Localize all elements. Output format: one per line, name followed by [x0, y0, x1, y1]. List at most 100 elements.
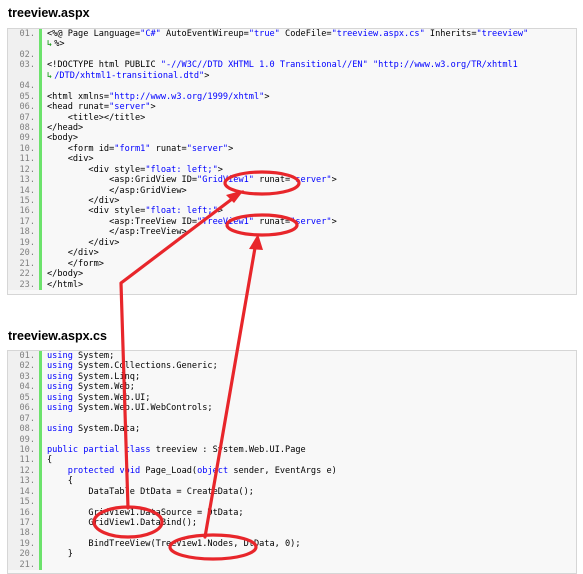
- code-token: </form>: [47, 258, 104, 269]
- code-token: System.Web.UI.WebControls;: [72, 403, 213, 414]
- line-number: 12.: [8, 164, 42, 176]
- line-number: 15.: [8, 497, 42, 508]
- code-token: >: [264, 91, 270, 102]
- line-number: 20.: [8, 248, 42, 259]
- line-number: 14.: [8, 486, 42, 498]
- cs-code-line: 21.: [8, 559, 576, 571]
- aspx-code-line: 20. </div>: [8, 248, 576, 259]
- code-token: </body>: [47, 269, 84, 280]
- line-number: 18.: [8, 528, 42, 539]
- code-text: GridView1.DataBind();: [47, 518, 576, 528]
- line-number: 01.: [8, 29, 42, 40]
- code-text: ↳/DTD/xhtml1-transitional.dtd">: [47, 71, 576, 81]
- code-token: <div>: [47, 154, 94, 165]
- code-token: >: [331, 216, 337, 227]
- code-text: <div>: [47, 154, 576, 164]
- code-token: <div style=: [47, 206, 146, 217]
- string-token: "http://www.w3.org/1999/xhtml": [109, 91, 265, 102]
- code-text: <!DOCTYPE html PUBLIC "-//W3C//DTD XHTML…: [47, 60, 576, 70]
- aspx-code-line: 02.: [8, 49, 576, 61]
- aspx-code-line: 11. <div>: [8, 154, 576, 165]
- code-token: >: [217, 206, 223, 217]
- wrap-arrow-icon: ↳: [47, 39, 53, 50]
- keyword-token: using: [47, 392, 73, 403]
- code-token: BindTreeView(TreeView1.Nodes, DtData, 0)…: [47, 538, 301, 549]
- cs-code-line: 01. using System;: [8, 351, 576, 362]
- keyword-token: protected: [67, 465, 115, 476]
- aspx-code-line: 16. <div style="float: left;">: [8, 206, 576, 217]
- code-text: </asp:GridView>: [47, 186, 576, 196]
- line-number: 17.: [8, 216, 42, 228]
- cs-code-line: 20. }: [8, 549, 576, 560]
- aspx-code-line: ↳/DTD/xhtml1-transitional.dtd">: [8, 70, 576, 82]
- keyword-token: using: [47, 351, 73, 361]
- code-token: sender, EventArgs e): [228, 465, 337, 476]
- code-token: }: [47, 549, 73, 560]
- line-number: 08.: [8, 424, 42, 435]
- line-number: 15.: [8, 196, 42, 207]
- code-token: Inherits=: [424, 29, 477, 39]
- code-token: >: [228, 143, 234, 154]
- code-token: <form id=: [47, 143, 115, 154]
- cs-code-line: 09.: [8, 434, 576, 445]
- code-token: </asp:GridView>: [47, 185, 187, 196]
- code-text: {: [47, 476, 576, 486]
- code-token: runat=: [150, 143, 187, 154]
- code-token: AutoEventWireup=: [160, 29, 249, 39]
- line-number: 01.: [8, 351, 42, 362]
- code-text: </body>: [47, 269, 576, 279]
- code-token: System.Data;: [72, 424, 141, 435]
- code-text: DataTable DtData = CreateData();: [47, 487, 576, 497]
- code-text: <html xmlns="http://www.w3.org/1999/xhtm…: [47, 92, 576, 102]
- aspx-code-line: 19. </div>: [8, 237, 576, 249]
- code-text: </div>: [47, 196, 576, 206]
- code-text: </form>: [47, 259, 576, 269]
- cs-code-line: 11. {: [8, 455, 576, 466]
- cs-code-line: 08. using System.Data;: [8, 424, 576, 435]
- line-number: 13.: [8, 175, 42, 186]
- cs-code-line: 06. using System.Web.UI.WebControls;: [8, 403, 576, 414]
- keyword-token: class: [124, 444, 151, 455]
- code-text: protected void Page_Load(object sender, …: [47, 466, 576, 476]
- line-number: 02.: [8, 49, 42, 61]
- line-number: 22.: [8, 269, 42, 280]
- line-number: 11.: [8, 455, 42, 466]
- code-text: <body>: [47, 133, 576, 143]
- code-token: <div style=: [47, 164, 146, 175]
- cs-code-line: 15.: [8, 497, 576, 508]
- keyword-token: using: [47, 424, 73, 435]
- cs-code-line: 16. GridView1.DataSource = DtData;: [8, 507, 576, 518]
- code-token: DataTable DtData = CreateData();: [47, 486, 254, 497]
- cs-code-line: 17. GridView1.DataBind();: [8, 518, 576, 529]
- line-number: 21.: [8, 559, 42, 571]
- code-token: </div>: [47, 196, 120, 206]
- code-token: System.Web;: [72, 382, 135, 393]
- aspx-code-line: 13. <asp:GridView ID="GridView1" runat="…: [8, 175, 576, 186]
- line-number: 21.: [8, 258, 42, 270]
- code-text: </asp:TreeView>: [47, 227, 576, 237]
- aspx-code-line: 21. </form>: [8, 258, 576, 270]
- keyword-token: using: [47, 382, 73, 393]
- cs-code-line: 03. using System.Linq;: [8, 371, 576, 383]
- code-text: </html>: [47, 280, 576, 290]
- code-text: <%@ Page Language="C#" AutoEventWireup="…: [47, 29, 576, 39]
- code-token: %>: [54, 39, 65, 50]
- code-token: System.Web.UI;: [72, 392, 151, 403]
- string-token: "GridView1": [197, 175, 254, 186]
- code-text: <div style="float: left;">: [47, 206, 576, 216]
- string-token: "TreeView1": [197, 216, 254, 227]
- string-token: "server": [290, 175, 332, 186]
- line-number: 03.: [8, 60, 42, 71]
- line-number: 12.: [8, 465, 42, 477]
- aspx-code-line: 09. <body>: [8, 133, 576, 144]
- code-text: {: [47, 455, 576, 465]
- aspx-code-line: ↳ %>: [8, 39, 576, 50]
- keyword-token: using: [47, 371, 73, 382]
- keyword-token: void: [119, 465, 141, 476]
- line-number: 06.: [8, 403, 42, 414]
- cs-code-line: 10. public partial class treeview : Syste…: [8, 444, 576, 456]
- line-number: 07.: [8, 112, 42, 123]
- code-text: <head runat="server">: [47, 102, 576, 112]
- cs-code-block: 01. using System; 02. using System.Collecti…: [7, 350, 577, 574]
- keyword-token: using: [47, 361, 73, 372]
